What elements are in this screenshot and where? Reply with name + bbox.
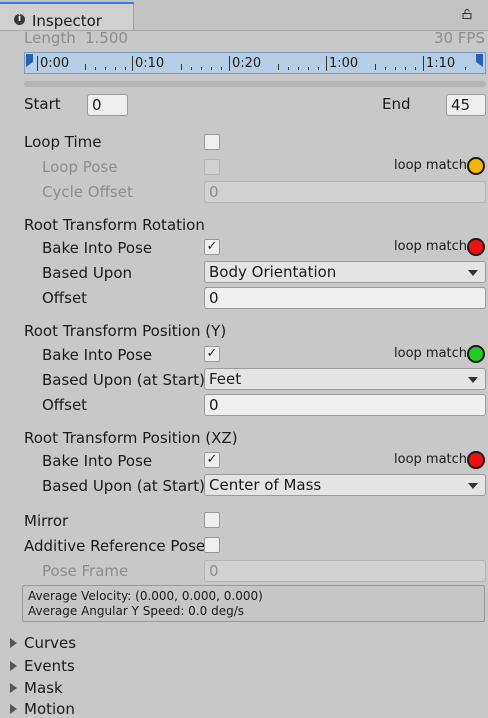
rotation-bake-checkbox[interactable]: ✓: [204, 239, 220, 255]
position-xz-bake-label: Bake Into Pose: [42, 452, 153, 470]
foldout-curves[interactable]: Curves: [24, 634, 76, 652]
average-angular-speed-text: Average Angular Y Speed: 0.0 deg/s: [28, 604, 244, 618]
average-velocity-text: Average Velocity: (0.000, 0.000, 0.000): [28, 589, 263, 603]
start-label: Start: [24, 95, 61, 113]
rotation-based-value: Body Orientation: [209, 263, 337, 281]
tab-title: Inspector: [32, 12, 102, 30]
rotation-header: Root Transform Rotation: [24, 216, 205, 234]
loop-match-indicator-green: [467, 345, 485, 363]
tab-inspector[interactable]: i Inspector: [0, 2, 134, 30]
loop-time-label: Loop Time: [24, 133, 102, 151]
additive-pose-label: Additive Reference Pose: [24, 537, 206, 555]
foldout-mask[interactable]: Mask: [24, 679, 63, 697]
position-xz-based-dropdown[interactable]: Center of Mass: [204, 474, 486, 496]
pose-frame-label: Pose Frame: [42, 562, 129, 580]
info-icon: i: [14, 14, 25, 25]
minor-ticks: [85, 64, 466, 70]
mirror-checkbox[interactable]: [204, 512, 220, 528]
cycle-offset-label: Cycle Offset: [42, 183, 133, 201]
position-y-bake-label: Bake Into Pose: [42, 346, 153, 364]
foldout-events[interactable]: Events: [24, 657, 75, 675]
rotation-offset-label: Offset: [42, 289, 88, 307]
position-y-based-dropdown[interactable]: Feet: [204, 368, 486, 390]
end-label: End: [382, 95, 411, 113]
position-y-offset-label: Offset: [42, 396, 88, 414]
position-y-based-value: Feet: [209, 370, 242, 388]
loop-pose-checkbox[interactable]: [204, 159, 220, 175]
loop-match-indicator-red: [467, 451, 485, 469]
position-xz-loop-match-label: loop match: [394, 452, 468, 467]
chevron-down-icon: [468, 270, 478, 276]
cycle-offset-field[interactable]: 0: [204, 181, 486, 203]
position-y-bake-checkbox[interactable]: ✓: [204, 346, 220, 362]
additive-pose-checkbox[interactable]: [204, 537, 220, 553]
lock-icon[interactable]: [462, 9, 472, 19]
position-xz-bake-checkbox[interactable]: ✓: [204, 452, 220, 468]
tab-bar: i Inspector: [0, 0, 488, 31]
rotation-based-label: Based Upon: [42, 264, 132, 282]
timeline-scrollbar[interactable]: [24, 81, 486, 87]
fps-label: 30 FPS: [433, 29, 485, 47]
position-xz-based-value: Center of Mass: [209, 476, 322, 494]
loop-pose-label: Loop Pose: [42, 158, 118, 176]
chevron-down-icon: [468, 377, 478, 383]
end-field[interactable]: 45: [446, 94, 486, 116]
timeline-ruler[interactable]: 0:00 0:10 0:20 1:00 1:10: [24, 52, 486, 74]
rotation-offset-field[interactable]: 0: [204, 287, 486, 309]
position-xz-based-label: Based Upon (at Start): [42, 477, 205, 495]
length-value: 1.500: [85, 29, 128, 47]
motion-info-box: Average Velocity: (0.000, 0.000, 0.000) …: [22, 585, 485, 622]
loop-time-checkbox[interactable]: [204, 134, 220, 150]
mirror-label: Mirror: [24, 512, 69, 530]
position-y-loop-match-label: loop match: [394, 346, 468, 361]
foldout-arrow-icon[interactable]: [10, 661, 17, 671]
foldout-motion[interactable]: Motion: [24, 700, 75, 718]
length-label: Length: [24, 29, 76, 47]
chevron-down-icon: [468, 483, 478, 489]
rotation-loop-match-label: loop match: [394, 239, 468, 254]
loop-match-indicator-red: [467, 238, 485, 256]
position-xz-header: Root Transform Position (XZ): [24, 429, 238, 447]
pose-frame-field[interactable]: 0: [204, 560, 486, 582]
position-y-header: Root Transform Position (Y): [24, 322, 227, 340]
loop-match-label: loop match: [394, 158, 468, 173]
position-y-based-label: Based Upon (at Start): [42, 371, 205, 389]
loop-match-indicator-yellow: [467, 157, 485, 175]
rotation-bake-label: Bake Into Pose: [42, 239, 153, 257]
foldout-arrow-icon[interactable]: [10, 638, 17, 648]
rotation-based-dropdown[interactable]: Body Orientation: [204, 261, 486, 283]
position-y-offset-field[interactable]: 0: [204, 394, 486, 416]
foldout-arrow-icon[interactable]: [10, 704, 17, 714]
foldout-arrow-icon[interactable]: [10, 683, 17, 693]
start-field[interactable]: 0: [87, 94, 128, 116]
